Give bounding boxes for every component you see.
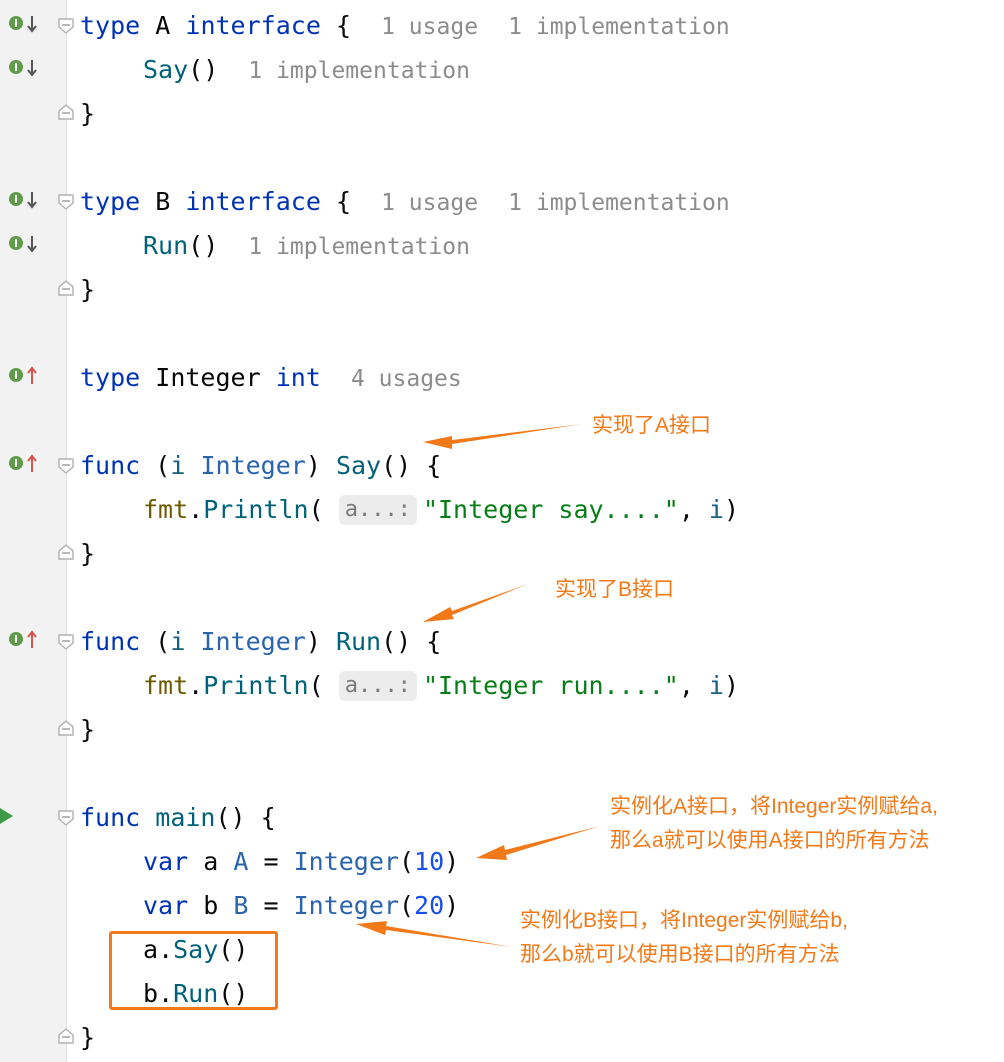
annotation-main-a-line1: 实例化A接口，将Integer实例赋给a, bbox=[610, 795, 938, 818]
arrow-main-a bbox=[476, 826, 600, 860]
annotation-arrows bbox=[356, 424, 600, 947]
annotation-say: 实现了A接口 bbox=[592, 414, 712, 437]
annotation-main-b-line1: 实例化B接口，将Integer实例赋给b, bbox=[520, 909, 848, 932]
annotation-main-b-line2: 那么b就可以使用B接口的所有方法 bbox=[520, 943, 840, 966]
annotation-run: 实现了B接口 bbox=[555, 578, 675, 601]
arrow-say bbox=[423, 424, 582, 449]
arrow-run bbox=[423, 584, 528, 622]
arrow-main-b bbox=[356, 921, 512, 947]
annotation-main-a-line2: 那么a就可以使用A接口的所有方法 bbox=[610, 829, 930, 852]
